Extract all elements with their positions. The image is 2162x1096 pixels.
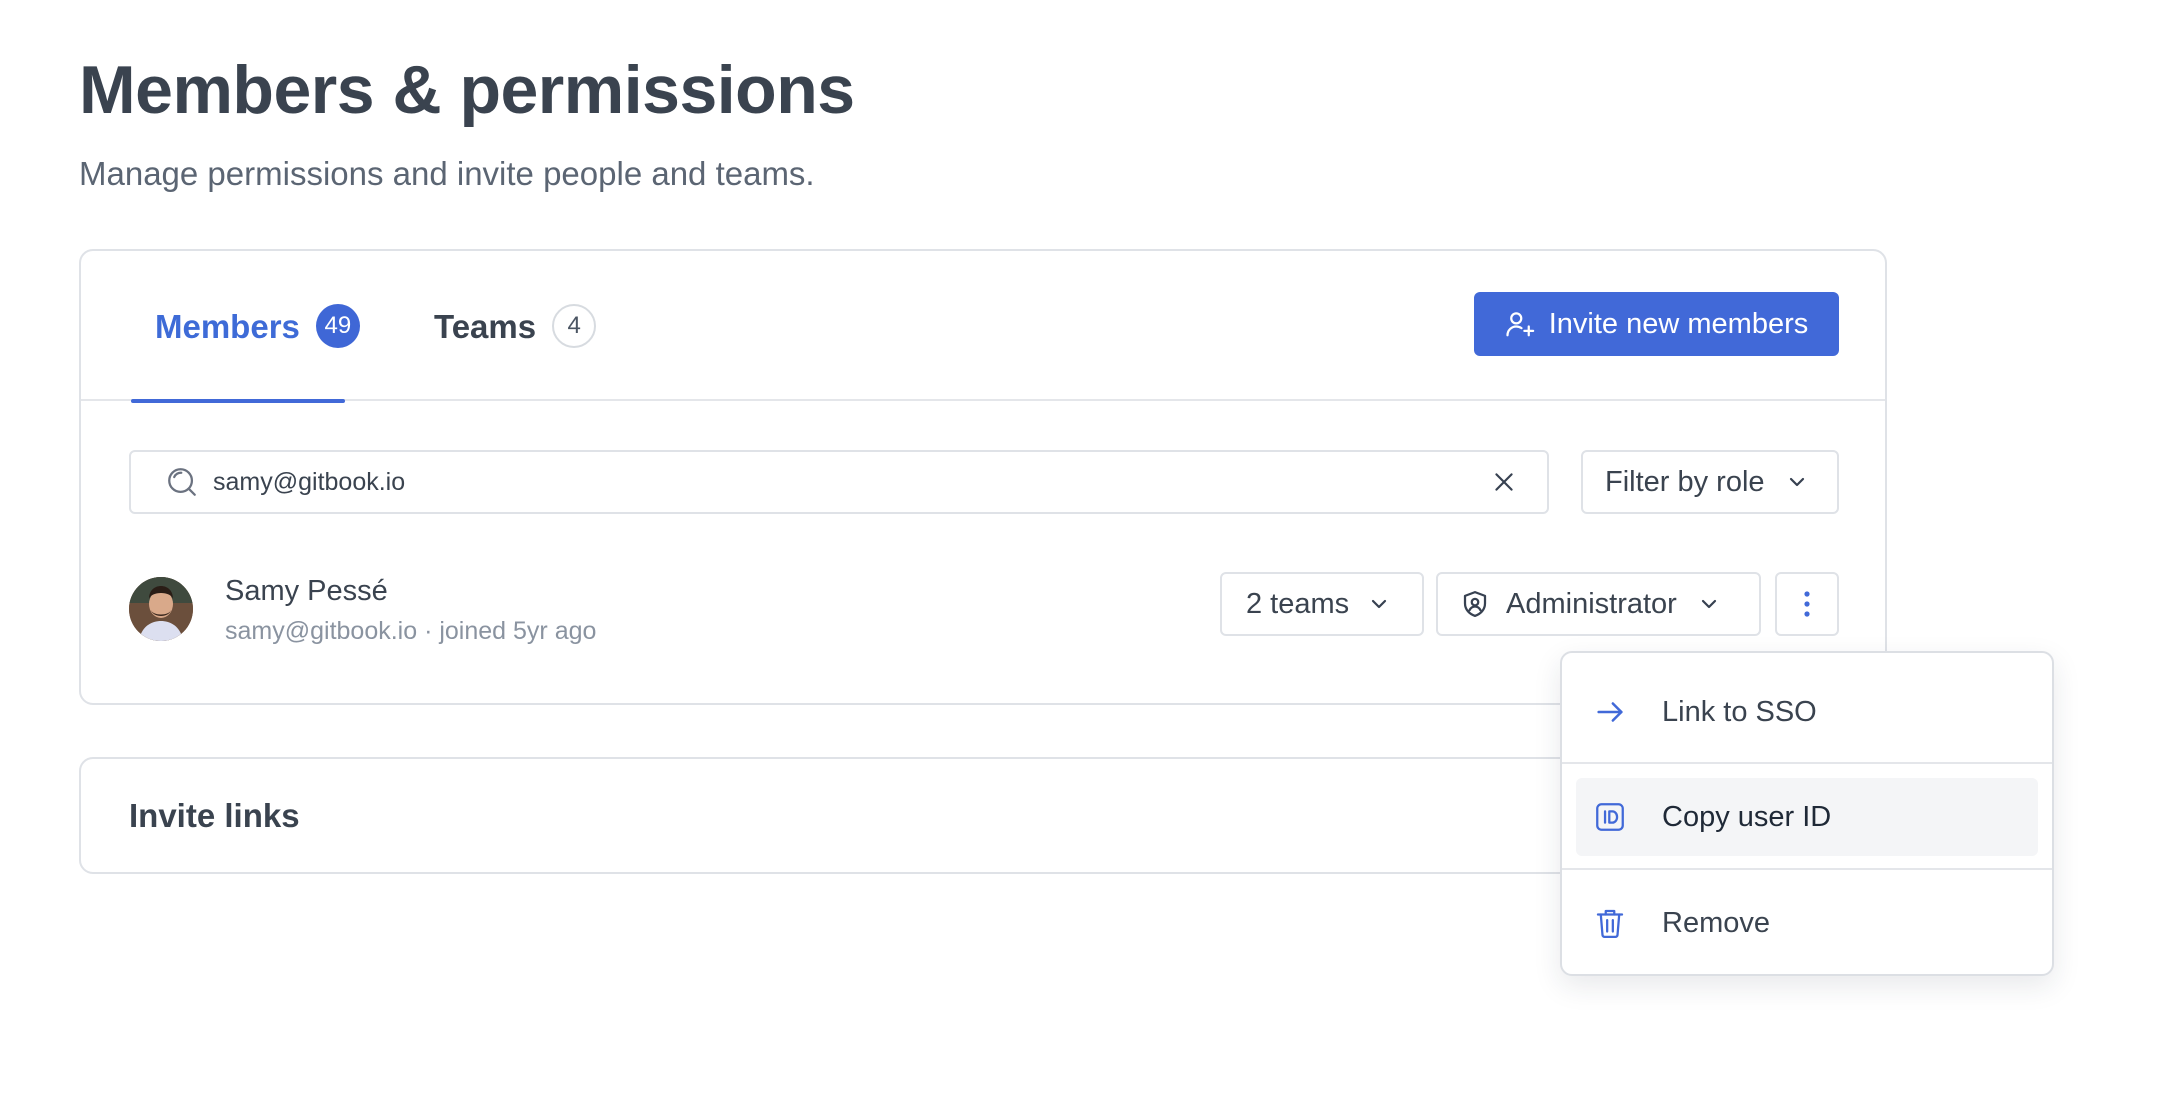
teams-select[interactable]: 2 teams [1220, 572, 1424, 636]
tab-teams[interactable]: Teams 4 [434, 251, 597, 401]
filter-label: Filter by role [1605, 465, 1765, 498]
role-select[interactable]: Administrator [1436, 572, 1761, 636]
invite-new-members-button[interactable]: Invite new members [1474, 292, 1839, 356]
trash-icon [1590, 906, 1630, 940]
search-icon [165, 465, 199, 499]
search-box [129, 450, 1549, 514]
page-subtitle: Manage permissions and invite people and… [79, 155, 815, 192]
member-row: Samy Pessé samy@gitbook.io · joined 5yr … [129, 569, 1839, 649]
members-card: Members 49 Teams 4 Invite new members sa… [79, 249, 1887, 705]
member-meta: samy@gitbook.io · joined 5yr ago [225, 617, 597, 645]
menu-divider [1562, 868, 2052, 870]
page: Members & permissions Manage permissions… [0, 0, 2162, 1096]
more-options-button[interactable] [1775, 572, 1839, 636]
active-tab-indicator [131, 399, 345, 403]
chevron-down-icon [1367, 592, 1391, 616]
arrow-right-icon [1590, 695, 1630, 729]
member-name: Samy Pessé [225, 575, 388, 607]
page-title: Members & permissions [79, 52, 855, 128]
search-input[interactable] [213, 467, 1491, 497]
chevron-down-icon [1785, 470, 1809, 494]
filter-by-role-select[interactable]: Filter by role [1581, 450, 1839, 514]
menu-divider [1562, 762, 2052, 764]
teams-select-label: 2 teams [1246, 587, 1350, 620]
member-actions-menu: Link to SSO Copy user ID Remove [1560, 651, 2054, 976]
menu-item-label: Link to SSO [1662, 695, 1817, 728]
shield-user-icon [1460, 589, 1490, 619]
menu-item-label: Remove [1662, 906, 1770, 939]
chevron-down-icon [1697, 592, 1721, 616]
clear-search-icon[interactable] [1491, 469, 1517, 495]
teams-count-badge: 4 [552, 304, 597, 348]
tab-members[interactable]: Members 49 [131, 251, 360, 403]
members-count-badge: 49 [315, 304, 360, 348]
menu-item-label: Copy user ID [1662, 800, 1832, 833]
tabs-bar: Members 49 Teams 4 Invite new members [81, 251, 1885, 403]
tab-members-label: Members [155, 307, 300, 345]
menu-item-remove[interactable]: Remove [1576, 884, 2038, 962]
avatar [129, 577, 193, 641]
id-icon [1590, 800, 1630, 834]
menu-item-copy-user-id[interactable]: Copy user ID [1576, 778, 2038, 856]
invite-button-label: Invite new members [1548, 307, 1809, 340]
tab-teams-label: Teams [434, 307, 537, 345]
menu-item-link-to-sso[interactable]: Link to SSO [1576, 673, 2038, 751]
user-plus-icon [1506, 312, 1534, 337]
invite-links-title: Invite links [129, 797, 300, 834]
more-vertical-icon [1804, 591, 1810, 617]
role-select-label: Administrator [1506, 587, 1677, 620]
